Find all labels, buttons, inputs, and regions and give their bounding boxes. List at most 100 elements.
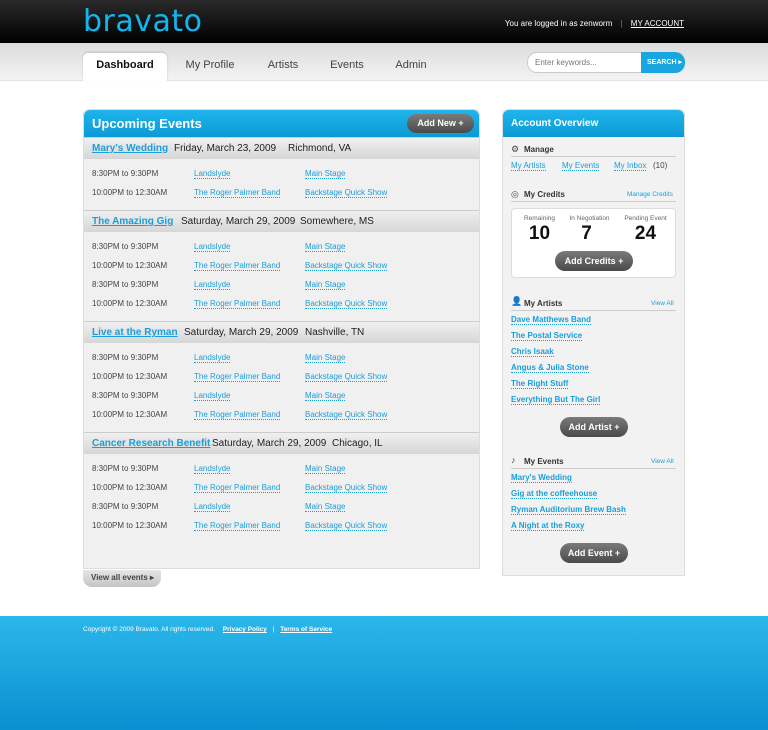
- manage-my-artists-link[interactable]: My Artists: [511, 161, 546, 171]
- slot-time: 10:00PM to 12:30AM: [92, 261, 168, 270]
- slot-row: 10:00PM to 12:30AM The Roger Palmer Band B…: [84, 184, 479, 203]
- slot-time: 8:30PM to 9:30PM: [92, 280, 159, 289]
- slot-stage-link[interactable]: Main Stage: [305, 169, 346, 179]
- event-date: Friday, March 23, 2009: [174, 143, 277, 154]
- slot-band-link[interactable]: Landslyde: [194, 169, 231, 179]
- slot-stage-link[interactable]: Main Stage: [305, 391, 346, 401]
- divider: [511, 468, 676, 469]
- my-account-link[interactable]: MY ACCOUNT: [631, 19, 684, 28]
- account-overview-title: Account Overview: [511, 118, 599, 129]
- event-name-link[interactable]: The Amazing Gig: [92, 216, 173, 227]
- slot-band-link[interactable]: The Roger Palmer Band: [194, 483, 281, 493]
- manage-my-events-link[interactable]: My Events: [562, 161, 600, 171]
- artist-item[interactable]: Angus & Julia Stone: [511, 363, 589, 373]
- slot-row: 10:00PM to 12:30AM The Roger Palmer Band B…: [84, 295, 479, 314]
- pending-event-value: 24: [634, 223, 657, 244]
- slot-band-link[interactable]: The Roger Palmer Band: [194, 261, 281, 271]
- slot-stage-link[interactable]: Backstage Quick Show: [305, 188, 388, 198]
- slot-time: 8:30PM to 9:30PM: [92, 242, 159, 251]
- search-button[interactable]: SEARCH ▸: [641, 52, 685, 73]
- add-artist-button[interactable]: Add Artist +: [560, 417, 628, 437]
- divider: [511, 156, 676, 157]
- my-artists-title: My Artists: [524, 299, 563, 308]
- slot-band-link[interactable]: Landslyde: [194, 502, 231, 512]
- slot-band-link[interactable]: The Roger Palmer Band: [194, 521, 281, 531]
- event-slots: 8:30PM to 9:30PM Landslyde Main Stage 10:00…: [84, 159, 479, 210]
- slot-row: 10:00PM to 12:30AM The Roger Palmer Band B…: [84, 479, 479, 498]
- slot-stage-link[interactable]: Main Stage: [305, 242, 346, 252]
- bravato-logo[interactable]: bravato: [83, 4, 203, 39]
- copyright: Copyright © 2009 Bravato. All rights res…: [83, 626, 215, 633]
- slot-band-link[interactable]: The Roger Palmer Band: [194, 372, 281, 382]
- slot-band-link[interactable]: Landslyde: [194, 280, 231, 290]
- event-name-link[interactable]: Live at the Ryman: [92, 327, 178, 338]
- event-item[interactable]: Gig at the coffeehouse: [511, 489, 598, 499]
- coins-icon: ◎: [511, 189, 519, 199]
- add-new-button[interactable]: Add New +: [407, 114, 474, 133]
- slot-stage-link[interactable]: Backstage Quick Show: [305, 521, 388, 531]
- slot-time: 10:00PM to 12:30AM: [92, 410, 168, 419]
- slot-time: 10:00PM to 12:30AM: [92, 372, 168, 381]
- artist-item[interactable]: Chris Isaak: [511, 347, 554, 357]
- user-info: You are logged in as zenworm | MY ACCOUN…: [505, 19, 684, 28]
- slot-time: 10:00PM to 12:30AM: [92, 299, 168, 308]
- view-all-events-button[interactable]: View all events ▸: [83, 570, 161, 587]
- tab-admin[interactable]: Admin: [386, 53, 436, 81]
- events-view-all-link[interactable]: View All: [651, 458, 674, 465]
- slot-row: 10:00PM to 12:30AM The Roger Palmer Band B…: [84, 368, 479, 387]
- slot-stage-link[interactable]: Main Stage: [305, 353, 346, 363]
- slot-row: 8:30PM to 9:30PM Landslyde Main Stage: [84, 387, 479, 406]
- slot-stage-link[interactable]: Main Stage: [305, 502, 346, 512]
- event-item[interactable]: Mary's Wedding: [511, 473, 572, 483]
- tab-artists[interactable]: Artists: [258, 53, 308, 81]
- add-event-button[interactable]: Add Event +: [560, 543, 628, 563]
- event-date: Saturday, March 29, 2009: [212, 438, 327, 449]
- event-header: Live at the Ryman Saturday, March 29, 200…: [84, 321, 479, 343]
- slot-band-link[interactable]: Landslyde: [194, 353, 231, 363]
- artist-item[interactable]: Dave Matthews Band: [511, 315, 592, 325]
- slot-band-link[interactable]: The Roger Palmer Band: [194, 188, 281, 198]
- event-header: The Amazing Gig Saturday, March 29, 2009 S…: [84, 210, 479, 232]
- artist-item[interactable]: The Postal Service: [511, 331, 583, 341]
- slot-band-link[interactable]: The Roger Palmer Band: [194, 410, 281, 420]
- event-date: Saturday, March 29, 2009: [184, 327, 299, 338]
- event-group: Live at the Ryman Saturday, March 29, 200…: [84, 321, 479, 432]
- slot-stage-link[interactable]: Backstage Quick Show: [305, 261, 388, 271]
- slot-stage-link[interactable]: Main Stage: [305, 464, 346, 474]
- tab-dashboard[interactable]: Dashboard: [83, 53, 167, 81]
- person-icon: 👤: [511, 296, 523, 306]
- privacy-policy-link[interactable]: Privacy Policy: [223, 626, 267, 633]
- slot-row: 10:00PM to 12:30AM The Roger Palmer Band B…: [84, 406, 479, 425]
- slot-stage-link[interactable]: Main Stage: [305, 280, 346, 290]
- tab-my-profile[interactable]: My Profile: [176, 53, 244, 81]
- manage-my-inbox-link[interactable]: My Inbox: [614, 161, 647, 171]
- search-input[interactable]: [527, 52, 645, 73]
- event-location: Richmond, VA: [288, 143, 352, 154]
- event-group: The Amazing Gig Saturday, March 29, 2009 S…: [84, 210, 479, 321]
- slot-stage-link[interactable]: Backstage Quick Show: [305, 372, 388, 382]
- slot-band-link[interactable]: Landslyde: [194, 242, 231, 252]
- event-date: Saturday, March 29, 2009: [181, 216, 296, 227]
- slot-band-link[interactable]: Landslyde: [194, 464, 231, 474]
- my-credits-title: My Credits: [524, 190, 565, 199]
- slot-stage-link[interactable]: Backstage Quick Show: [305, 299, 388, 309]
- search-form: SEARCH ▸: [527, 52, 685, 73]
- event-name-link[interactable]: Cancer Research Benefit: [92, 438, 210, 449]
- artist-item[interactable]: Everything But The Girl: [511, 395, 601, 405]
- artist-item[interactable]: The Right Stuff: [511, 379, 569, 389]
- header-separator: |: [620, 19, 623, 28]
- add-credits-button[interactable]: Add Credits +: [555, 251, 633, 271]
- slot-stage-link[interactable]: Backstage Quick Show: [305, 410, 388, 420]
- event-item[interactable]: Ryman Auditorium Brew Bash: [511, 505, 626, 515]
- tab-events[interactable]: Events: [322, 53, 372, 81]
- event-group: Mary's Wedding Friday, March 23, 2009 Rich…: [84, 137, 479, 210]
- terms-of-service-link[interactable]: Terms of Service: [280, 626, 332, 633]
- slot-band-link[interactable]: Landslyde: [194, 391, 231, 401]
- slot-band-link[interactable]: The Roger Palmer Band: [194, 299, 281, 309]
- event-item[interactable]: A Night at the Roxy: [511, 521, 585, 531]
- manage-credits-link[interactable]: Manage Credits: [627, 191, 673, 198]
- slot-stage-link[interactable]: Backstage Quick Show: [305, 483, 388, 493]
- event-location: Chicago, IL: [332, 438, 383, 449]
- artists-view-all-link[interactable]: View All: [651, 300, 674, 307]
- event-name-link[interactable]: Mary's Wedding: [92, 143, 168, 154]
